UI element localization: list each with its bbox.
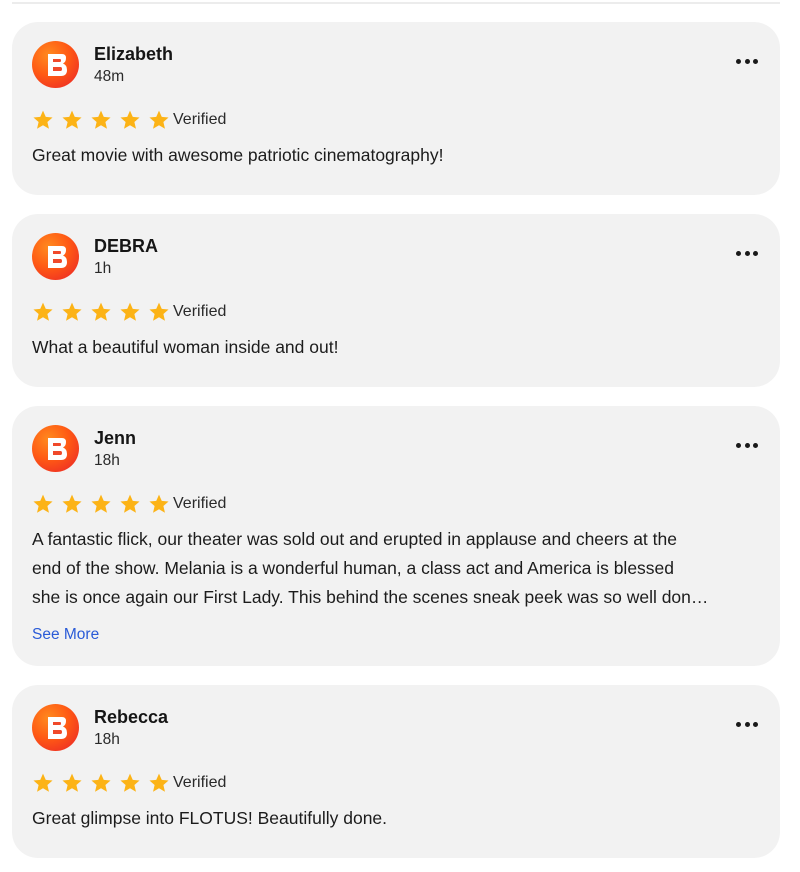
more-options-icon[interactable] [736, 54, 758, 68]
star-rating [32, 772, 177, 794]
rating-row: Verified [32, 299, 760, 325]
fandango-logo-icon [32, 425, 79, 472]
reviewer-name: DEBRA [94, 236, 159, 256]
review-header: DEBRA 1h [32, 233, 760, 283]
review-time: 1h [94, 260, 112, 277]
more-options-icon[interactable] [736, 438, 758, 452]
star-icon [149, 110, 169, 129]
review-text: Great movie with awesome patriotic cinem… [32, 145, 444, 165]
star-icon [33, 302, 53, 321]
review-time: 18h [94, 452, 120, 469]
review-card: Rebecca 18h Verified Great glimpse into … [12, 685, 780, 858]
star-icon [149, 494, 169, 513]
verified-badge: Verified [173, 111, 227, 128]
star-icon [62, 302, 82, 321]
star-icon [91, 110, 111, 129]
review-header: Rebecca 18h [32, 704, 760, 754]
rating-row: Verified [32, 491, 760, 517]
star-rating [32, 493, 177, 515]
star-icon [120, 110, 140, 129]
review-text: A fantastic flick, our theater was sold … [32, 525, 760, 612]
review-card: Jenn 18h Verified A fantastic flick, our… [12, 406, 780, 666]
star-icon [33, 110, 53, 129]
review-time: 48m [94, 68, 125, 85]
fandango-logo-icon [32, 233, 79, 280]
star-icon [62, 494, 82, 513]
fandango-logo-icon [32, 41, 79, 88]
star-rating [32, 109, 177, 131]
reviews-page: Elizabeth 48m Verified Great movie with … [0, 0, 800, 872]
review-text-line: end of the show. Melania is a wonderful … [32, 558, 675, 578]
star-rating [32, 301, 177, 323]
review-card: DEBRA 1h Verified What a beautiful woman… [12, 214, 780, 387]
more-options-icon[interactable] [736, 246, 758, 260]
verified-badge: Verified [173, 495, 227, 512]
review-text-line: she is once again our First Lady. This b… [32, 587, 709, 607]
user-meta: Jenn 18h [94, 425, 136, 471]
star-icon [120, 494, 140, 513]
verified-badge: Verified [173, 303, 227, 320]
star-icon [149, 302, 169, 321]
rating-row: Verified [32, 770, 760, 796]
star-icon [62, 773, 82, 792]
divider [12, 2, 780, 4]
see-more-link[interactable]: See More [32, 624, 99, 646]
star-icon [33, 773, 53, 792]
reviewer-name: Elizabeth [94, 44, 174, 64]
fandango-logo-icon [32, 704, 79, 751]
review-time: 18h [94, 731, 120, 748]
star-icon [62, 110, 82, 129]
user-meta: DEBRA 1h [94, 233, 158, 279]
review-text-line: A fantastic flick, our theater was sold … [32, 529, 677, 549]
review-card: Elizabeth 48m Verified Great movie with … [12, 22, 780, 195]
star-icon [91, 773, 111, 792]
review-text: Great glimpse into FLOTUS! Beautifully d… [32, 808, 388, 828]
star-icon [120, 773, 140, 792]
star-icon [91, 494, 111, 513]
user-meta: Rebecca 18h [94, 704, 168, 750]
user-meta: Elizabeth 48m [94, 41, 173, 87]
star-icon [33, 494, 53, 513]
reviewer-name: Rebecca [94, 707, 169, 727]
rating-row: Verified [32, 107, 760, 133]
star-icon [120, 302, 140, 321]
review-list: Elizabeth 48m Verified Great movie with … [12, 22, 780, 872]
star-icon [91, 302, 111, 321]
review-text: What a beautiful woman inside and out! [32, 337, 339, 357]
review-header: Jenn 18h [32, 425, 760, 475]
star-icon [149, 773, 169, 792]
reviewer-name: Jenn [94, 428, 137, 448]
verified-badge: Verified [173, 774, 227, 791]
review-header: Elizabeth 48m [32, 41, 760, 91]
more-options-icon[interactable] [736, 717, 758, 731]
